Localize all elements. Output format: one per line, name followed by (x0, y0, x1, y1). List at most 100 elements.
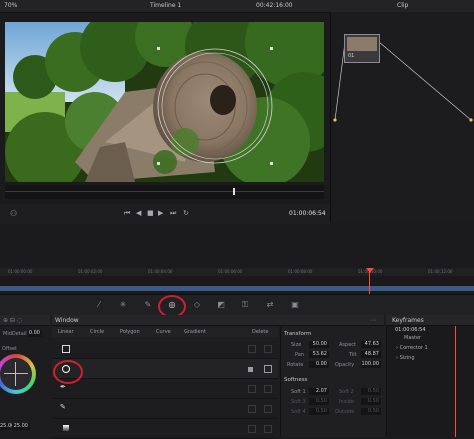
keyframe-row-corrector[interactable]: › Corrector 1 (392, 345, 474, 353)
key-tool-icon[interactable]: ⚿ (240, 300, 250, 310)
window-enable-toggle[interactable] (264, 385, 272, 393)
viewer-options-icon[interactable]: ⚇ (10, 209, 17, 218)
rotate-value[interactable]: 0.00 (309, 361, 329, 368)
palette-toolbar: ⁄ ✳ ✎ ◎ ◇ ◩ ⚿ ⇄ ▣ (0, 294, 474, 318)
outside-value[interactable]: 0.50 (361, 408, 381, 415)
blur-tool-icon[interactable]: ◩ (216, 300, 226, 310)
keyframes-header: Keyframes (386, 315, 474, 326)
keyframe-row-label: Corrector 1 (399, 345, 428, 351)
tab-circle[interactable]: Circle (90, 329, 104, 335)
transform-title: Transform (284, 331, 312, 337)
timeline-tick: 01:00:00:00 (8, 269, 33, 274)
window-enable-toggle[interactable] (264, 425, 272, 433)
window-invert-toggle[interactable] (248, 405, 256, 413)
power-window-overlay[interactable] (5, 22, 324, 182)
3d-tool-icon[interactable]: ▣ (290, 300, 300, 310)
mini-timeline[interactable]: 01:00:00:00 01:00:02:00 01:00:04:00 01:0… (0, 268, 474, 294)
timeline-name[interactable]: Timeline 1 (150, 2, 181, 9)
soft4-label: Soft 4 (291, 409, 306, 415)
soft3-label: Soft 3 (291, 399, 306, 405)
stop-icon[interactable]: ■ (147, 209, 154, 217)
window-row-circle[interactable] (52, 359, 278, 379)
sizing-tool-icon[interactable]: ⇄ (265, 300, 275, 310)
timeline-clip[interactable] (0, 286, 474, 291)
keyframe-row-sizing[interactable]: › Sizing (392, 355, 474, 363)
soft2-value[interactable]: 0.50 (361, 388, 381, 395)
node-thumbnail (347, 37, 377, 51)
window-row-gradient[interactable] (52, 419, 278, 439)
offset-r-value[interactable]: 25.00 (0, 423, 14, 430)
soft1-label: Soft 1 (291, 389, 306, 395)
window-enable-toggle[interactable] (264, 405, 272, 413)
tracker-tool-icon[interactable]: ◇ (192, 300, 202, 310)
zoom-level[interactable]: 70% (4, 2, 17, 9)
play-icon[interactable]: ▶ (158, 209, 163, 217)
mid-detail-label: MidDetail (3, 331, 27, 337)
opacity-value[interactable]: 100.00 (361, 361, 381, 368)
viewer-scrubber[interactable] (5, 185, 324, 199)
polygon-window-icon[interactable]: ✒ (60, 383, 72, 394)
keyframe-row-label: Sizing (399, 355, 415, 361)
window-row-curve[interactable]: ✎ (52, 399, 278, 419)
loop-icon[interactable]: ↻ (183, 209, 189, 217)
window-panel-title: Window (55, 317, 79, 324)
scrubber-handle[interactable] (233, 188, 235, 195)
clip-mode-label[interactable]: Clip (397, 2, 408, 9)
window-invert-toggle[interactable] (248, 345, 256, 353)
tab-linear[interactable]: Linear (58, 329, 74, 335)
window-enable-toggle[interactable] (264, 345, 272, 353)
window-invert-toggle[interactable] (248, 385, 256, 393)
tab-curve[interactable]: Curve (156, 329, 171, 335)
lower-panels: ⊕ ⊟ ◌ Window ⋯ Keyframes MidDetail 0.00 … (0, 315, 474, 439)
timeline-tick: 01:00:06:00 (218, 269, 243, 274)
soft4-value[interactable]: 0.50 (309, 408, 329, 415)
gradient-window-icon[interactable] (60, 423, 72, 434)
window-enable-toggle[interactable] (264, 365, 272, 373)
qualifier-tool-icon[interactable]: ✎ (143, 300, 153, 310)
window-panel-options-icon[interactable]: ⋯ (370, 317, 376, 324)
linear-window-icon[interactable] (60, 343, 72, 354)
go-to-start-icon[interactable]: ⏮ (124, 209, 130, 218)
rotate-label: Rotate (287, 362, 304, 368)
window-row-polygon[interactable]: ✒ (52, 379, 278, 399)
size-value[interactable]: 50.00 (309, 341, 329, 348)
panel-icons[interactable]: ⊕ ⊟ ◌ (3, 317, 22, 324)
expand-arrow-icon[interactable]: › (392, 355, 398, 361)
keyframe-row-master[interactable]: Master (392, 335, 474, 343)
window-invert-toggle[interactable] (248, 425, 256, 433)
curve-window-icon[interactable]: ✎ (60, 403, 72, 414)
wheel-center (0, 358, 32, 390)
soft3-value[interactable]: 0.50 (309, 398, 329, 405)
curves-tool-icon[interactable]: ⁄ (94, 300, 104, 310)
mid-detail-value[interactable]: 0.00 (28, 330, 42, 337)
timeline-tick: 01:00:12:00 (428, 269, 453, 274)
inside-value[interactable]: 0.50 (361, 398, 381, 405)
warper-tool-icon[interactable]: ✳ (118, 300, 128, 310)
expand-arrow-icon[interactable]: › (392, 345, 398, 351)
playhead-marker-icon[interactable] (366, 268, 374, 273)
node-editor[interactable]: 01 (330, 12, 474, 222)
offset-color-wheel[interactable] (0, 354, 36, 394)
play-reverse-icon[interactable]: ◀ (136, 209, 141, 217)
delete-button[interactable]: Delete (252, 329, 268, 335)
inside-label: Inside (339, 399, 354, 405)
tab-gradient[interactable]: Gradient (184, 329, 206, 335)
go-to-end-icon[interactable]: ⏭ (170, 209, 176, 218)
aspect-value[interactable]: 47.63 (361, 341, 381, 348)
tilt-value[interactable]: 48.87 (361, 351, 381, 358)
pan-value[interactable]: 53.62 (309, 351, 329, 358)
node-01[interactable]: 01 (344, 34, 380, 63)
viewer-image[interactable] (5, 22, 324, 182)
scrubber-track (5, 191, 324, 192)
outside-label: Outside (335, 409, 355, 415)
keyframes-title: Keyframes (392, 317, 424, 324)
tab-polygon[interactable]: Polygon (120, 329, 140, 335)
window-row-linear[interactable] (52, 339, 278, 359)
keyframes-timecode: 01:00:06:54 (395, 327, 426, 333)
soft1-value[interactable]: 2.07 (309, 388, 329, 395)
offset-l-value[interactable]: 25.00 (12, 423, 30, 430)
window-invert-toggle[interactable] (248, 367, 253, 372)
opacity-label: Opacity (335, 362, 355, 368)
timeline-tick: 01:00:04:00 (148, 269, 173, 274)
transport-controls: ⚇ ⏮ ◀ ■ ▶ ⏭ ↻ 01:00:06:54 (0, 204, 330, 224)
